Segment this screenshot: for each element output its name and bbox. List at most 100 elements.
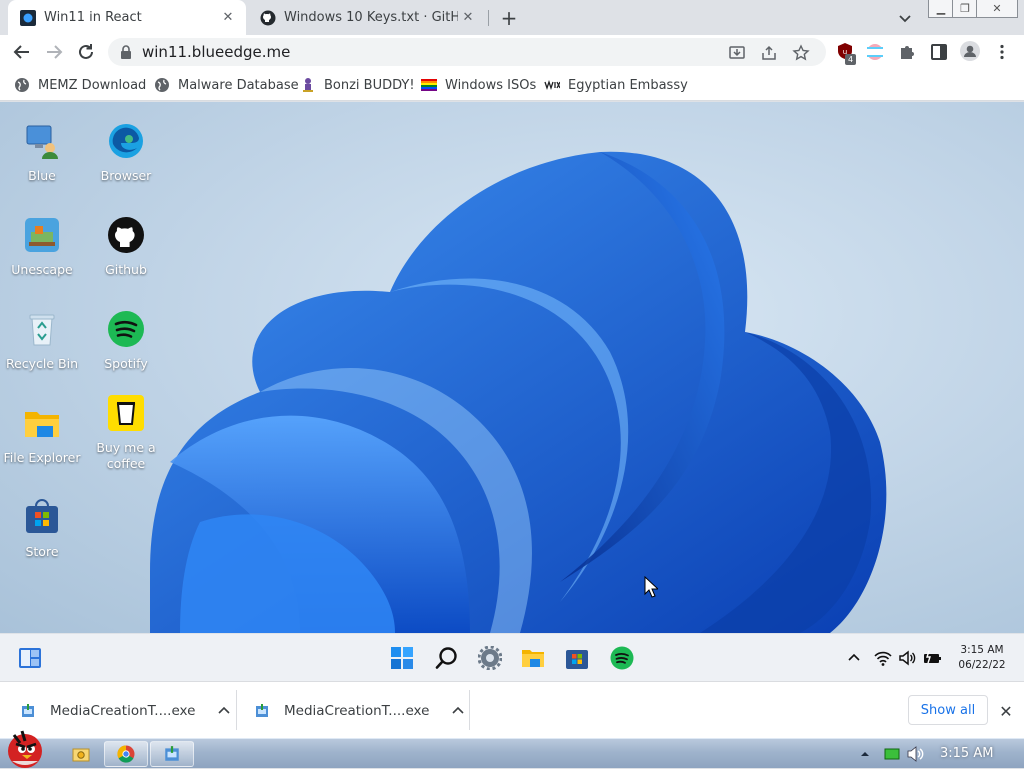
bookmark-bonzi[interactable]: Bonzi BUDDY! <box>300 76 415 94</box>
clock-date: 06/22/22 <box>958 659 1006 671</box>
widgets-icon[interactable] <box>18 646 42 670</box>
toolbar: win11.blueedge.me u 4 <box>0 35 1024 69</box>
download-separator <box>236 690 237 730</box>
angry-bird-start-icon[interactable] <box>2 727 48 769</box>
tray-arrow-up-icon[interactable] <box>860 749 870 759</box>
more-menu-icon[interactable] <box>993 43 1011 61</box>
settings-icon[interactable] <box>478 646 502 670</box>
host-clock[interactable]: 3:15 AM <box>940 746 993 761</box>
maximize-button[interactable]: ❐ <box>952 0 978 18</box>
github-icon <box>260 10 276 25</box>
lock-icon[interactable] <box>120 45 132 59</box>
desktop-icon-spotify[interactable]: Spotify <box>84 310 168 372</box>
file-explorer-icon[interactable] <box>521 646 545 670</box>
desktop-icon-buy-me-a-coffee[interactable]: Buy me a coffee <box>84 394 168 472</box>
download-item[interactable]: MediaCreationT....exe <box>254 682 466 739</box>
close-window-button[interactable]: ✕ <box>976 0 1018 18</box>
installer-file-icon <box>256 703 268 717</box>
start-icon[interactable] <box>390 646 414 670</box>
minimize-button[interactable]: ▁ <box>928 0 954 18</box>
chevron-up-icon[interactable] <box>217 704 231 718</box>
tab-title: Win11 in React <box>44 10 142 25</box>
tab-github[interactable]: Windows 10 Keys.txt · GitHub ✕ <box>248 0 486 35</box>
search-icon[interactable] <box>435 646 459 670</box>
desktop-icon-label: Unescape <box>11 262 73 277</box>
tab-separator <box>488 10 489 26</box>
win11-favicon <box>20 9 36 26</box>
show-all-button[interactable]: Show all <box>908 695 988 725</box>
globe-icon <box>155 78 169 92</box>
bookmark-label: Windows ISOs <box>445 77 537 93</box>
bookmark-star-icon[interactable] <box>792 44 810 62</box>
desktop-icon-label: Browser <box>100 168 152 183</box>
bookmark-egyptian-embassy[interactable]: Egyptian Embassy <box>544 76 688 94</box>
bookmark-label: MEMZ Download <box>38 77 147 93</box>
desktop-icon-unescape[interactable]: Unescape <box>0 216 84 278</box>
user-pc-icon <box>26 125 58 159</box>
download-filename: MediaCreationT....exe <box>50 702 196 719</box>
chevron-up-icon[interactable] <box>846 650 862 666</box>
folder-icon <box>25 412 59 437</box>
spotify-icon[interactable] <box>610 646 634 670</box>
tab-strip: Win11 in React ✕ Windows 10 Keys.txt · G… <box>0 0 1024 35</box>
close-shelf-button[interactable]: ✕ <box>996 701 1016 721</box>
bookmark-windows-isos[interactable]: Windows ISOs <box>421 76 536 94</box>
reload-button[interactable] <box>74 40 98 64</box>
desktop-icon-label: Blue <box>28 168 56 183</box>
new-tab-button[interactable]: + <box>498 6 520 30</box>
tab-title: Windows 10 Keys.txt · GitHub <box>284 10 458 25</box>
tab-win11[interactable]: Win11 in React ✕ <box>8 0 246 35</box>
install-app-icon[interactable] <box>728 44 746 62</box>
bookmark-malware-db[interactable]: Malware Database <box>154 76 299 94</box>
desktop-icon-file-explorer[interactable]: File Explorer <box>0 404 84 466</box>
taskbar-clock[interactable]: 3:15 AM 06/22/22 <box>956 643 1008 673</box>
download-item[interactable]: MediaCreationT....exe <box>20 682 232 739</box>
spotify-icon <box>108 311 144 347</box>
bookmarks-bar: MEMZ Download Malware Database Bonzi BUD… <box>0 69 1024 101</box>
power-status-icon[interactable] <box>884 747 900 761</box>
file-manager-icon[interactable] <box>72 745 90 763</box>
media-creation-tool-taskbar-button[interactable] <box>150 741 194 767</box>
desktop-icon-recycle-bin[interactable]: Recycle Bin <box>0 310 84 372</box>
desktop-icon-label: Github <box>105 262 147 277</box>
chevron-up-icon[interactable] <box>451 704 465 718</box>
close-tab-icon[interactable]: ✕ <box>218 8 238 28</box>
chevron-down-icon[interactable] <box>896 9 914 27</box>
desktop-icon-blue[interactable]: Blue <box>0 122 84 184</box>
wix-icon <box>544 79 560 91</box>
bookmark-memz[interactable]: MEMZ Download <box>14 76 146 94</box>
rainbow-flag-icon <box>421 79 437 91</box>
desktop-icon-browser[interactable]: Browser <box>84 122 168 184</box>
win11-desktop[interactable]: Blue Browser Unescape Github Recycle Bin… <box>0 102 1024 633</box>
forward-button[interactable] <box>42 40 66 64</box>
speaker-icon[interactable] <box>906 746 924 762</box>
volume-icon[interactable] <box>898 649 916 667</box>
wifi-icon[interactable] <box>874 649 892 667</box>
chrome-taskbar-button[interactable] <box>104 741 148 767</box>
desktop-icon-label: Buy me a coffee <box>96 440 156 471</box>
puzzle-extensions-icon[interactable] <box>898 43 916 61</box>
bookmark-label: Egyptian Embassy <box>568 77 688 93</box>
store-icon[interactable] <box>565 646 589 670</box>
edge-icon <box>109 124 143 158</box>
store-icon <box>26 499 58 533</box>
desktop-icon-label: File Explorer <box>3 450 81 465</box>
address-bar[interactable]: win11.blueedge.me <box>108 38 826 66</box>
chrome-icon <box>117 745 135 763</box>
desktop-icon-label: Store <box>25 544 59 559</box>
trans-flag-extension-icon[interactable] <box>866 43 884 61</box>
download-separator <box>469 690 470 730</box>
bookmark-label: Bonzi BUDDY! <box>324 77 415 93</box>
desktop-icon-store[interactable]: Store <box>0 498 84 560</box>
profile-avatar-icon[interactable] <box>960 41 980 61</box>
side-panel-icon[interactable] <box>930 43 948 61</box>
share-icon[interactable] <box>760 44 778 62</box>
win11-taskbar: 3:15 AM 06/22/22 <box>0 633 1024 681</box>
desktop-icon-github[interactable]: Github <box>84 216 168 278</box>
unescape-icon <box>25 218 59 252</box>
bonzi-icon <box>303 78 313 92</box>
globe-icon <box>15 78 29 92</box>
close-tab-icon[interactable]: ✕ <box>458 8 478 28</box>
battery-icon[interactable] <box>922 649 942 667</box>
back-button[interactable] <box>10 40 34 64</box>
